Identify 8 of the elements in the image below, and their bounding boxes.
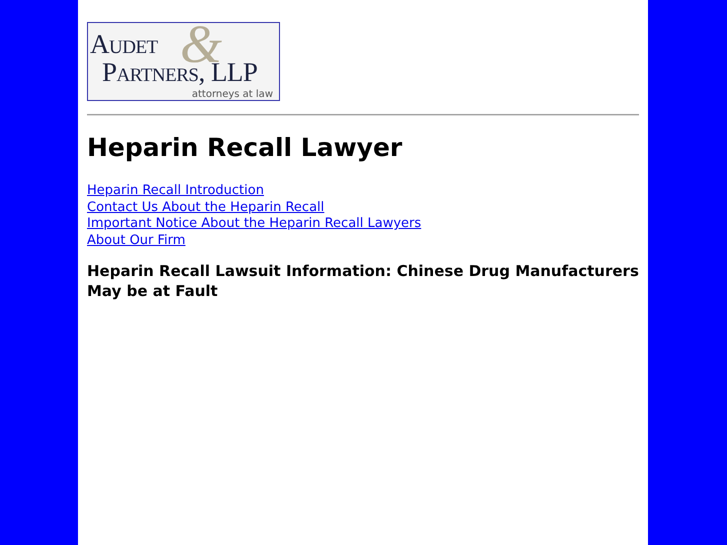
nav-link[interactable]: Contact Us About the Heparin Recall — [87, 200, 324, 216]
page-heading: Heparin Recall Lawyer — [87, 132, 404, 164]
nav-link[interactable]: About Our Firm — [87, 232, 186, 249]
nav-link[interactable]: Important Notice About the Heparin Recall Lawyers — [87, 216, 422, 232]
logo-tagline: attorneys at law — [192, 89, 273, 100]
nav-link[interactable]: Heparin Recall Introduction — [87, 183, 264, 200]
logo-text: Audet — [90, 29, 158, 60]
section-heading: Heparin Recall Lawsuit Information: Chinese Drug Manufacturers May be at Fault — [87, 261, 639, 301]
